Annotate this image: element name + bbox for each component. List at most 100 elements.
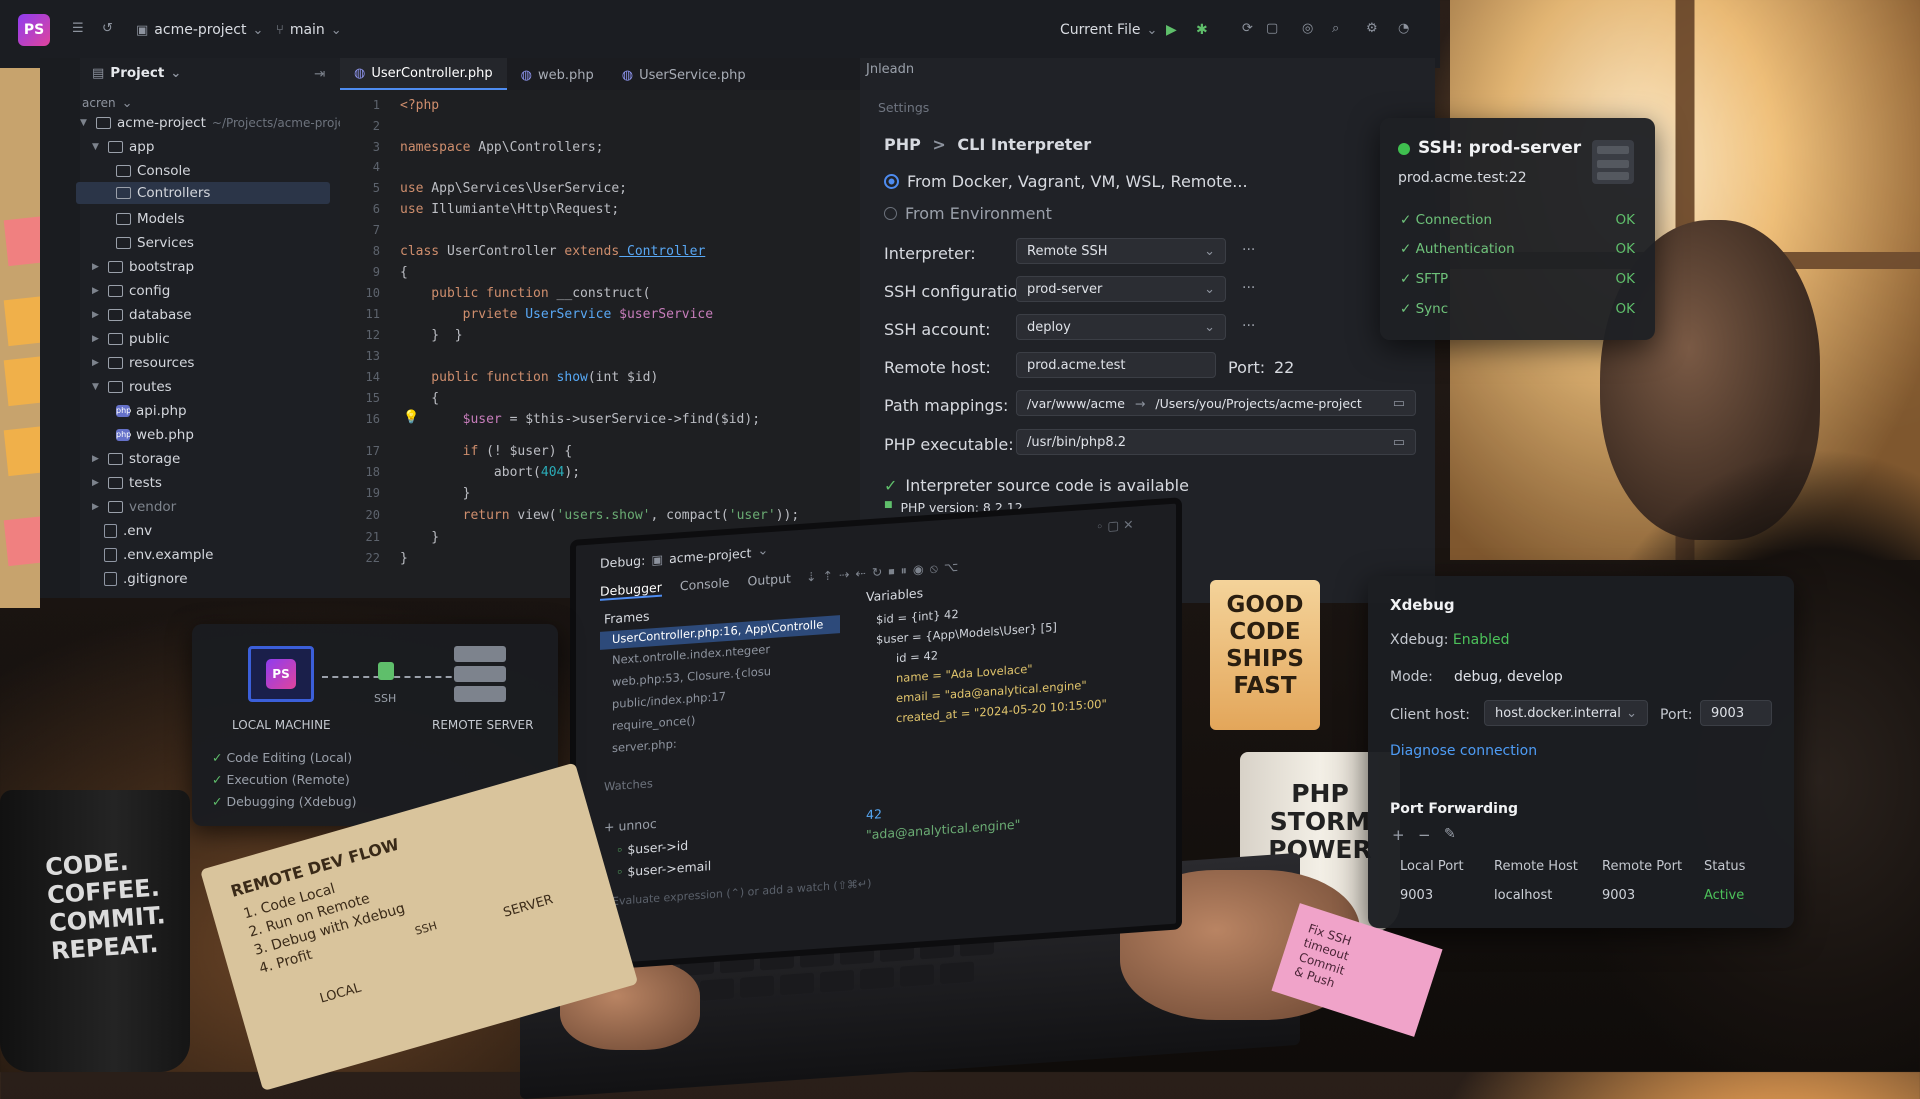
tree-item-tests[interactable]: ▶ tests	[92, 472, 162, 494]
tree-item-routes[interactable]: ▼ routes	[92, 376, 172, 398]
debug-icon[interactable]: ✱	[1196, 22, 1208, 38]
folder-icon[interactable]: ▭	[1393, 436, 1405, 449]
project-selector[interactable]: ▣ acme-project ⌄	[136, 22, 263, 38]
code-token: show	[548, 370, 588, 385]
remote-host-label: Remote host:	[884, 358, 991, 377]
tree-item-config[interactable]: ▶ config	[92, 280, 170, 302]
line-number: 7	[372, 223, 380, 237]
tree-item-web-php[interactable]: php web.php	[116, 424, 194, 446]
tree-item-bootstrap[interactable]: ▶ bootstrap	[92, 256, 194, 278]
tab-console[interactable]: Console	[680, 575, 730, 595]
variable-row[interactable]: name = "Ada Lovelace"	[896, 662, 1033, 686]
ssh-config-select[interactable]: prod-server ⌄	[1016, 276, 1226, 302]
vcs-icon[interactable]: ◎	[1302, 22, 1313, 35]
tree-item-database[interactable]: ▶ database	[92, 304, 192, 326]
line-number: 4	[372, 160, 380, 174]
tree-item-app[interactable]: ▼ app	[92, 136, 154, 158]
tree-item-console[interactable]: Console	[116, 160, 191, 182]
coverage-icon[interactable]: ▢	[1266, 22, 1278, 35]
back-icon[interactable]: ↺	[102, 22, 113, 35]
debug-toolbar[interactable]: ⇣⇡⇢⇠↻⏹⏸◉⦸⌥	[806, 558, 964, 585]
more-button[interactable]: ···	[1242, 242, 1255, 258]
more-button[interactable]: ···	[1242, 280, 1255, 296]
tree-item-controllers[interactable]: Controllers	[76, 182, 330, 204]
check-icon: ✓	[1400, 241, 1416, 257]
chevron-down-icon: ⌄	[1204, 243, 1215, 259]
tab-output[interactable]: Output	[748, 571, 791, 591]
frame-item[interactable]: server.php:	[612, 737, 677, 756]
variable-row[interactable]: $id = {int} 42	[876, 607, 959, 627]
port-value[interactable]: 22	[1274, 358, 1294, 377]
field-value: 9003	[1711, 705, 1745, 721]
tree-item-models[interactable]: Models	[116, 208, 185, 230]
variable-row[interactable]: id = 42	[896, 648, 938, 665]
watch-row[interactable]: ◦ $user->email	[616, 858, 711, 880]
add-watch-button[interactable]: + unnoc	[604, 816, 657, 835]
tab-usercontroller[interactable]: ◍ UserController.php	[340, 58, 507, 90]
remote-server-label: REMOTE SERVER	[432, 718, 534, 732]
php-executable-field[interactable]: /usr/bin/php8.2 ▭	[1016, 429, 1416, 455]
window-controls[interactable]: ◦ ▢ ✕	[1096, 517, 1134, 535]
run-config-selector[interactable]: Current File ⌄	[1060, 22, 1157, 38]
tree-item-storage[interactable]: ▶ storage	[92, 448, 180, 470]
tab-userservice[interactable]: ◍ UserService.php	[608, 60, 760, 90]
breadcrumb-item[interactable]: PHP	[884, 135, 921, 154]
tree-item-services[interactable]: Services	[116, 232, 194, 254]
radio-from-environment[interactable]: From Environment	[884, 204, 1052, 223]
port-forwarding-title: Port Forwarding	[1390, 801, 1518, 817]
watch-row[interactable]: ◦ $user->id	[616, 838, 688, 858]
tree-item-gitignore[interactable]: .gitignore	[104, 568, 188, 590]
tree-filter[interactable]: acren ⌄	[82, 92, 133, 114]
tab-web-php[interactable]: ◍ web.php	[507, 60, 608, 90]
chevron-down-icon: ⌄	[1204, 319, 1215, 335]
project-pane-header[interactable]: ▤ Project ⌄	[92, 62, 181, 84]
table-cell[interactable]: 9003	[1602, 888, 1635, 903]
code-line: }	[400, 530, 440, 545]
tree-item-resources[interactable]: ▶ resources	[92, 352, 194, 374]
settings-icon[interactable]: ⚙	[1366, 22, 1378, 35]
settings-tab-label[interactable]: Jnleadn	[866, 62, 914, 77]
run-icon[interactable]: ▶	[1166, 22, 1177, 38]
tree-item-env[interactable]: .env	[104, 520, 152, 542]
branch-selector[interactable]: ⑂ main ⌄	[276, 22, 342, 38]
add-icon[interactable]: +	[1392, 826, 1405, 844]
lamp-sign: GOOD CODE SHIPS FAST	[1210, 580, 1320, 730]
tree-item-vendor[interactable]: ▶ vendor	[92, 496, 176, 518]
port-field[interactable]: 9003	[1700, 700, 1772, 726]
radio-selected-icon	[884, 174, 899, 189]
table-cell[interactable]: 9003	[1400, 888, 1433, 903]
chevron-down-icon: ▼	[92, 142, 99, 152]
main-menu-icon[interactable]: ☰	[72, 22, 84, 35]
profile-icon[interactable]: ⟳	[1242, 22, 1253, 35]
folder-icon[interactable]: ▭	[1393, 397, 1405, 410]
remote-host-field[interactable]: prod.acme.test	[1016, 352, 1216, 378]
diagnose-link[interactable]: Diagnose connection	[1390, 743, 1537, 759]
edit-icon[interactable]: ✎	[1444, 826, 1456, 842]
tree-item-public[interactable]: ▶ public	[92, 328, 170, 350]
client-host-select[interactable]: host.docker.interral ⌄	[1484, 700, 1648, 726]
tree-item-env-example[interactable]: .env.example	[104, 544, 214, 566]
code-token: 'users.show'	[556, 508, 651, 523]
frame-item[interactable]: public/index.php:17	[612, 689, 726, 711]
path-mappings-field[interactable]: /var/www/acme → /Users/you/Projects/acme-p…	[1016, 390, 1416, 416]
interpreter-select[interactable]: Remote SSH ⌄	[1016, 238, 1226, 264]
ssh-account-select[interactable]: deploy ⌄	[1016, 314, 1226, 340]
breadcrumb: PHP > CLI Interpreter	[884, 135, 1091, 154]
tree-root[interactable]: ▼ acme-project ~/Projects/acme-project	[80, 112, 356, 134]
radio-from-remote[interactable]: From Docker, Vagrant, VM, WSL, Remote...	[884, 172, 1248, 191]
evaluate-field[interactable]: Evaluate expression (⌃) or add a watch (…	[612, 877, 871, 908]
more-button[interactable]: ···	[1242, 318, 1255, 334]
remove-icon[interactable]: −	[1418, 826, 1431, 844]
code-line: } }	[400, 328, 463, 343]
mode-value: debug, develop	[1454, 669, 1563, 685]
frame-item[interactable]: web.php:53, Closure.{closu	[612, 664, 771, 689]
tree-item-api-php[interactable]: php api.php	[116, 400, 187, 422]
tab-debugger[interactable]: Debugger	[600, 579, 662, 601]
search-everywhere-icon[interactable]: ⌕	[1332, 22, 1339, 35]
tree-item-label: Console	[137, 163, 191, 179]
notifications-icon[interactable]: ◔	[1398, 22, 1409, 35]
tree-item-label: api.php	[136, 403, 187, 419]
collapse-icon[interactable]: ⇥	[314, 66, 325, 82]
table-cell[interactable]: localhost	[1494, 888, 1552, 903]
frame-item[interactable]: require_once()	[612, 713, 695, 733]
